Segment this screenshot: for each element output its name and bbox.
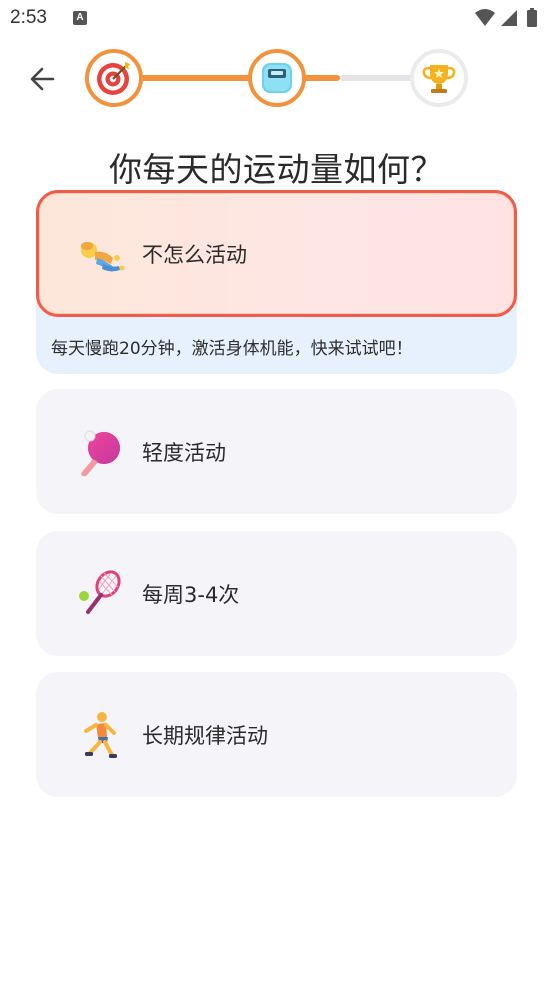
question-title: 你每天的运动量如何？ bbox=[109, 150, 444, 189]
option-weekly[interactable]: 每周3-4次 bbox=[36, 531, 517, 656]
notification-icon: A bbox=[73, 11, 87, 25]
status-bar: 2:53 A bbox=[0, 0, 553, 36]
progress-track-pending bbox=[340, 75, 415, 81]
wifi-icon bbox=[475, 9, 495, 26]
step-trophy bbox=[410, 49, 468, 107]
battery-icon bbox=[527, 10, 537, 27]
scale-icon bbox=[262, 63, 292, 93]
option-label: 每周3-4次 bbox=[142, 582, 240, 607]
option-description: 每天慢跑20分钟，激活身体机能，快来试试吧！ bbox=[51, 339, 413, 359]
option-label: 长期规律活动 bbox=[142, 723, 268, 748]
step-goal bbox=[85, 49, 143, 107]
target-icon bbox=[97, 62, 130, 95]
progress-track-done bbox=[140, 75, 260, 81]
tennis-racket-icon bbox=[79, 569, 121, 614]
option-regular[interactable]: 长期规律活动 bbox=[36, 672, 517, 797]
back-button[interactable] bbox=[22, 60, 62, 98]
running-person-icon bbox=[84, 711, 117, 758]
arrow-left-icon bbox=[30, 67, 55, 91]
trophy-icon bbox=[422, 65, 456, 93]
ping-pong-icon bbox=[81, 430, 120, 476]
step-scale bbox=[248, 49, 306, 107]
status-time: 2:53 bbox=[10, 7, 47, 28]
progress-track-partial bbox=[300, 75, 340, 81]
status-icons bbox=[475, 8, 537, 27]
option-light-activity[interactable]: 轻度活动 bbox=[36, 389, 517, 514]
lying-person-icon bbox=[81, 241, 125, 272]
progress-stepper bbox=[85, 47, 470, 109]
option-label: 轻度活动 bbox=[142, 440, 226, 465]
option-label: 不怎么活动 bbox=[142, 242, 247, 267]
signal-icon bbox=[501, 10, 517, 26]
option-not-active[interactable]: 不怎么活动 bbox=[36, 190, 517, 317]
